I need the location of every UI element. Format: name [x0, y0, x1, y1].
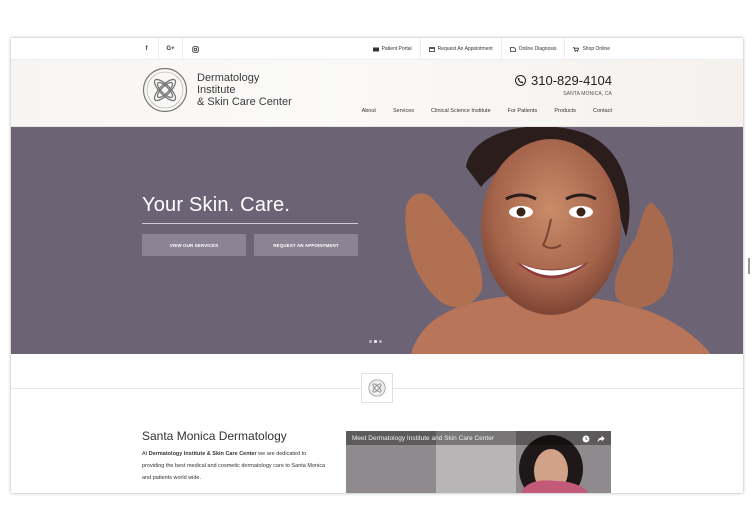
intro-paragraph: At Dermatology Institute & Skin Care Cen…: [142, 448, 327, 484]
nav-services[interactable]: Services: [393, 108, 414, 114]
phone-text: 310-829-4104: [531, 73, 612, 88]
patient-portal-link[interactable]: Patient Portal: [365, 38, 420, 60]
portal-icon: [372, 47, 379, 52]
hero-slider: Your Skin. Care. VIEW OUR SERVICES REQUE…: [11, 127, 743, 354]
phone-number[interactable]: 310-829-4104: [515, 73, 612, 88]
brand-line-1: Dermatology: [197, 72, 260, 84]
divider-emblem: [361, 373, 393, 403]
brand-name[interactable]: Dermatology Institute & Skin Care Center: [197, 72, 292, 108]
video-title: Meet Dermatology Institute and Skin Care…: [352, 435, 494, 442]
slider-dot-2[interactable]: [374, 340, 377, 343]
slider-dots: [369, 340, 384, 343]
share-icon[interactable]: [597, 435, 605, 445]
intro-text-bold: Dermatology Institute & Skin Care Center: [148, 451, 257, 457]
slider-dot-3[interactable]: [379, 340, 382, 343]
hero-portrait-image: [11, 127, 711, 354]
facebook-icon[interactable]: f: [135, 38, 159, 60]
main-nav: About Services Clinical Science Institut…: [345, 108, 612, 114]
browser-page: f G+ Patient Portal Request An Appointme…: [11, 38, 743, 493]
nav-for-patients[interactable]: For Patients: [508, 108, 538, 114]
emblem-icon: [368, 379, 386, 397]
instagram-icon[interactable]: [183, 38, 207, 60]
request-appointment-link[interactable]: Request An Appointment: [419, 38, 501, 60]
shop-online-link[interactable]: Shop Online: [564, 38, 618, 60]
nav-about[interactable]: About: [362, 108, 376, 114]
top-utility-bar: f G+ Patient Portal Request An Appointme…: [11, 38, 743, 60]
location-label: SANTA MONICA, CA: [563, 91, 612, 97]
nav-contact[interactable]: Contact: [593, 108, 612, 114]
social-links: f G+: [135, 38, 207, 60]
tagline-divider: [142, 223, 358, 224]
view-services-button[interactable]: VIEW OUR SERVICES: [142, 234, 246, 256]
request-appointment-button[interactable]: REQUEST AN APPOINTMENT: [254, 234, 358, 256]
online-diagnosis-label: Online Diagnosis: [518, 46, 557, 52]
hero-tagline: Your Skin. Care.: [142, 194, 291, 216]
nav-clinical-science-institute[interactable]: Clinical Science Institute: [431, 108, 491, 114]
cart-icon: [573, 46, 580, 52]
patient-portal-label: Patient Portal: [381, 46, 412, 52]
calendar-icon: [428, 46, 435, 52]
nav-products[interactable]: Products: [554, 108, 576, 114]
phone-icon: [515, 75, 527, 86]
watch-later-icon[interactable]: [582, 435, 590, 445]
brand-line-2: Institute: [197, 84, 236, 96]
utility-nav: Patient Portal Request An Appointment On…: [365, 38, 618, 60]
request-appointment-label: Request An Appointment: [437, 46, 493, 52]
google-plus-icon[interactable]: G+: [159, 38, 183, 60]
section-title: Santa Monica Dermatology: [142, 429, 287, 443]
video-player[interactable]: Meet Dermatology Institute and Skin Care…: [346, 431, 611, 493]
site-header: Dermatology Institute & Skin Care Center…: [11, 60, 743, 127]
scrollbar-thumb[interactable]: [748, 258, 750, 274]
online-diagnosis-link[interactable]: Online Diagnosis: [500, 38, 565, 60]
intro-text-prefix: At: [142, 451, 149, 457]
slider-dot-1[interactable]: [369, 340, 372, 343]
brand-line-3: & Skin Care Center: [197, 96, 292, 108]
logo-emblem-icon[interactable]: [142, 67, 188, 113]
shop-online-label: Shop Online: [582, 46, 610, 52]
diagnosis-icon: [509, 46, 516, 52]
